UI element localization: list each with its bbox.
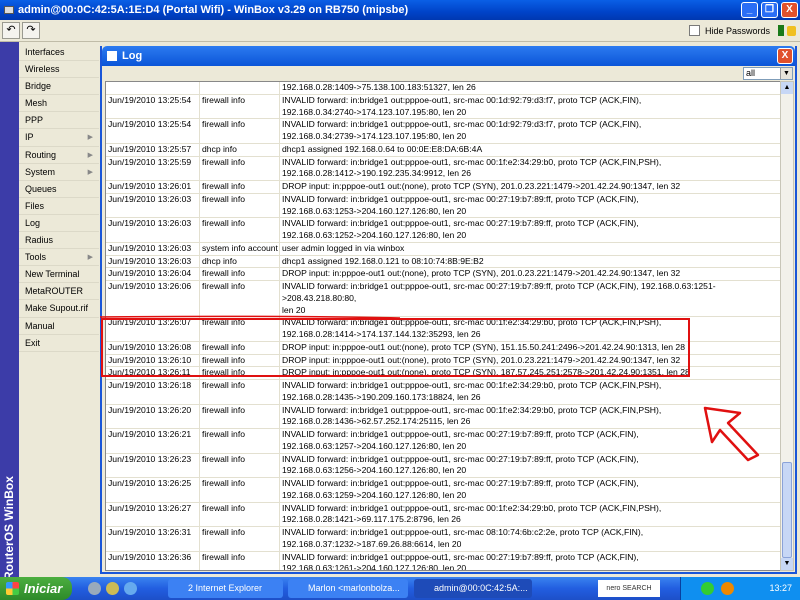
taskbar: Iniciar 2 Internet Explorer Marlon <marl… — [0, 577, 800, 600]
arrow-annotation-icon — [99, 315, 760, 462]
tray-icon[interactable] — [721, 582, 734, 595]
annotation-arrow-line — [99, 315, 401, 319]
nero-search-toolbar[interactable]: nero SEARCH — [598, 580, 660, 597]
taskbar-item-winbox[interactable]: admin@00:0C:42:5A:... — [414, 579, 532, 598]
windows-logo-icon — [6, 582, 19, 595]
task-label: 2 Internet Explorer — [188, 583, 263, 593]
start-label: Iniciar — [24, 581, 63, 596]
taskbar-item-ie[interactable]: 2 Internet Explorer — [168, 579, 283, 598]
task-label: admin@00:0C:42:5A:... — [434, 583, 528, 593]
system-tray: 13:27 — [680, 577, 800, 600]
task-label: Marlon <marlonbolza... — [308, 583, 400, 593]
tray-icon[interactable] — [701, 582, 714, 595]
annotation-cursor-arrow — [703, 406, 760, 462]
quicklaunch-icon[interactable] — [88, 582, 101, 595]
clock: 13:27 — [769, 583, 792, 593]
quicklaunch-icon[interactable] — [106, 582, 119, 595]
taskbar-item-mail[interactable]: Marlon <marlonbolza... — [288, 579, 408, 598]
ie-icon[interactable] — [124, 582, 137, 595]
start-button[interactable]: Iniciar — [0, 577, 72, 600]
